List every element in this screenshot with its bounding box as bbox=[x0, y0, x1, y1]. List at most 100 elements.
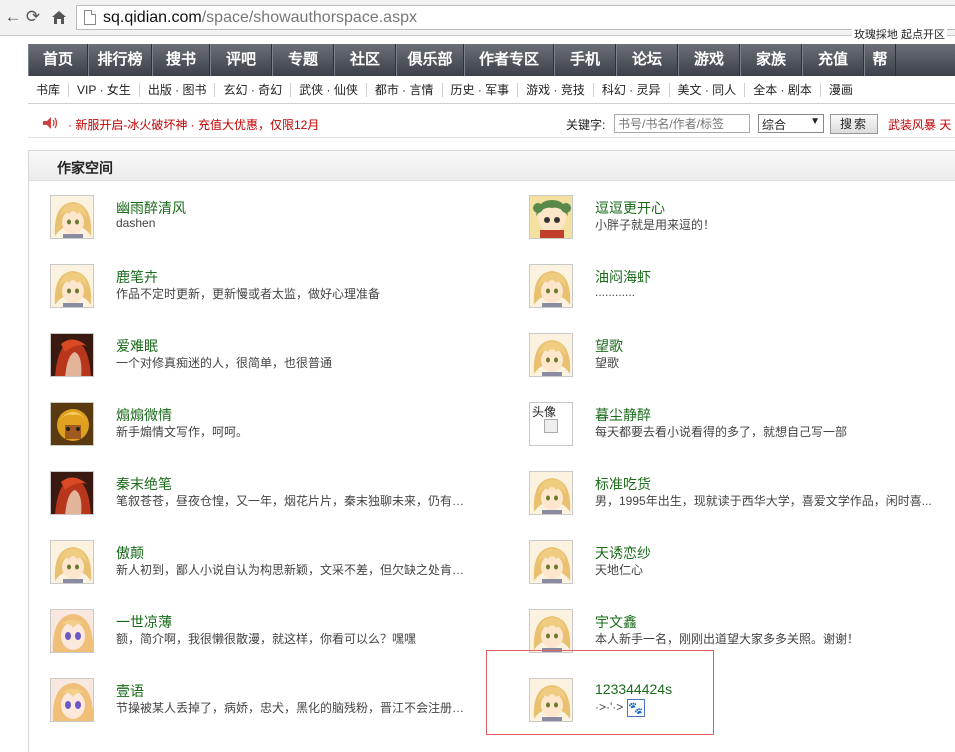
nav-item[interactable]: 排行榜 bbox=[88, 44, 152, 76]
nav-item[interactable]: 搜书 bbox=[152, 44, 210, 76]
avatar[interactable] bbox=[50, 540, 94, 584]
nav-item[interactable]: 充值 bbox=[802, 44, 864, 76]
category-link[interactable]: 出版 · 图书 bbox=[140, 83, 216, 97]
author-name-link[interactable]: 壹语 bbox=[116, 681, 144, 701]
highlight-box bbox=[486, 650, 714, 735]
main-nav: 首页 排行榜 搜书 评吧 专题 社区 俱乐部 作者专区 手机 论坛 游戏 家族 充值帮 bbox=[28, 44, 955, 76]
nav-item[interactable]: 手机 bbox=[554, 44, 616, 76]
broken-image-icon bbox=[544, 419, 558, 433]
nav-item[interactable]: 论坛 bbox=[616, 44, 678, 76]
author-bio: 额，简介啊，我很懒很散漫，就这样，你看可以么？嘿嘿 bbox=[116, 630, 416, 647]
author-bio-text: 小胖子就是用来逗的！ bbox=[595, 218, 716, 232]
author-item: 一世凉薄 额，简介啊，我很懒很散漫，就这样，你看可以么？嘿嘿 bbox=[50, 609, 470, 657]
author-bio: 本人新手一名，刚刚出道望大家多多关照。谢谢！ bbox=[595, 630, 859, 647]
nav-item[interactable]: 家族 bbox=[740, 44, 802, 76]
author-name-link[interactable]: 天诱恋纱 bbox=[595, 543, 651, 563]
avatar[interactable] bbox=[529, 195, 573, 239]
category-link[interactable]: 科幻 · 灵异 bbox=[594, 83, 670, 97]
author-item: 逗逗更开心 小胖子就是用来逗的！ bbox=[529, 195, 949, 243]
author-name-link[interactable]: 油闷海虾 bbox=[595, 267, 651, 287]
nav-item[interactable]: 首页 bbox=[28, 44, 88, 76]
avatar-broken-image[interactable]: 头像 bbox=[529, 402, 573, 446]
reload-icon[interactable]: ⟳ bbox=[22, 6, 44, 28]
author-name-link[interactable]: 标准吃货 bbox=[595, 474, 651, 494]
author-item: 油闷海虾............ bbox=[529, 264, 949, 312]
promo-link[interactable]: 武装风暴 天 bbox=[888, 116, 951, 133]
nav-item[interactable]: 社区 bbox=[334, 44, 396, 76]
nav-item[interactable]: 专题 bbox=[272, 44, 334, 76]
category-link[interactable]: 漫画 bbox=[821, 83, 861, 97]
nav-item[interactable]: 俱乐部 bbox=[396, 44, 464, 76]
author-item: 幽雨醉清风 dashen bbox=[50, 195, 470, 243]
author-bio: 一个对修真痴迷的人，很简单，也很普通 bbox=[116, 354, 332, 371]
search-type-select[interactable]: 综合 ▼ bbox=[758, 114, 824, 133]
author-name-link[interactable]: 宇文鑫 bbox=[595, 612, 637, 632]
author-item: 壹语 节操被某人丢掉了，病娇，忠犬，黑化的脑残粉，晋江不会注册的... bbox=[50, 678, 470, 726]
author-name-link[interactable]: 逗逗更开心 bbox=[595, 198, 665, 218]
author-name-link[interactable]: 一世凉薄 bbox=[116, 612, 172, 632]
top-corner-text: 玫瑰採地 起点开区 bbox=[851, 26, 947, 42]
avatar[interactable] bbox=[529, 264, 573, 308]
nav-item[interactable]: 作者专区 bbox=[464, 44, 554, 76]
select-value: 综合 bbox=[762, 118, 787, 132]
avatar[interactable] bbox=[50, 678, 94, 722]
author-bio: 小胖子就是用来逗的！ bbox=[595, 216, 715, 233]
avatar[interactable] bbox=[529, 333, 573, 377]
speaker-icon bbox=[43, 117, 58, 129]
avatar[interactable] bbox=[529, 609, 573, 653]
category-link[interactable]: 美文 · 同人 bbox=[670, 83, 746, 97]
keyword-label: 关键字: bbox=[566, 118, 606, 132]
author-bio-text: dashen bbox=[116, 216, 156, 230]
author-bio-text: 一个对修真痴迷的人，很简单，也很普通 bbox=[116, 356, 333, 370]
author-bio: 笔叙苍苍，昼夜仓惶，又一年，烟花片片，秦末独聊未来，仍有不... bbox=[116, 492, 466, 509]
author-name-link[interactable]: 爱难眠 bbox=[116, 336, 158, 356]
author-name-link[interactable]: 秦末绝笔 bbox=[116, 474, 172, 494]
author-bio: ............ bbox=[595, 285, 635, 299]
search-button[interactable]: 搜索 bbox=[830, 114, 878, 134]
author-bio-text: 男，1995年出生，现就读于西华大学，喜爱文学作品，闲时喜... bbox=[595, 494, 932, 508]
address-bar[interactable]: sq.qidian.com/space/showauthorspace.aspx bbox=[76, 5, 955, 30]
author-bio-text: 天地仁心 bbox=[595, 563, 644, 577]
author-bio: 望歌 bbox=[595, 354, 619, 371]
category-link[interactable]: VIP · 女生 bbox=[69, 83, 140, 97]
avatar[interactable] bbox=[529, 540, 573, 584]
author-name-link[interactable]: 幽雨醉清风 bbox=[116, 198, 186, 218]
search-input[interactable] bbox=[614, 114, 750, 133]
author-item: 天诱恋纱 天地仁心 bbox=[529, 540, 949, 588]
author-bio-text: 望歌 bbox=[595, 356, 620, 370]
avatar[interactable] bbox=[50, 402, 94, 446]
author-name-link[interactable]: 傲颠 bbox=[116, 543, 144, 563]
author-bio: dashen bbox=[116, 216, 155, 230]
notice-text[interactable]: · 新服开启-冰火破坏神 · 充值大优惠，仅限12月 bbox=[68, 116, 319, 133]
author-bio-text: ............ bbox=[595, 285, 636, 299]
category-link[interactable]: 游戏 · 竞技 bbox=[518, 83, 594, 97]
author-bio-text: 新人初到，鄙人小说自认为构思新颖，文采不差，但欠缺之处肯定... bbox=[116, 563, 466, 577]
home-icon[interactable] bbox=[48, 6, 70, 28]
avatar[interactable] bbox=[50, 609, 94, 653]
avatar[interactable] bbox=[50, 333, 94, 377]
chevron-down-icon: ▼ bbox=[810, 116, 820, 127]
author-bio-text: 本人新手一名，刚刚出道望大家多多关照。谢谢！ bbox=[595, 632, 860, 646]
nav-item[interactable]: 游戏 bbox=[678, 44, 740, 76]
category-link[interactable]: 书库 bbox=[28, 83, 70, 97]
author-item: 傲颠 新人初到，鄙人小说自认为构思新颖，文采不差，但欠缺之处肯定... bbox=[50, 540, 470, 588]
category-link[interactable]: 历史 · 军事 bbox=[443, 83, 519, 97]
nav-item[interactable]: 评吧 bbox=[210, 44, 272, 76]
author-name-link[interactable]: 暮尘静醉 bbox=[595, 405, 651, 425]
author-name-link[interactable]: 煽煽微情 bbox=[116, 405, 172, 425]
category-nav: 书库 VIP · 女生 出版 · 图书 玄幻 · 奇幻 武侠 · 仙侠 都市 · 言情 历史… bbox=[28, 76, 955, 104]
category-link[interactable]: 全本 · 剧本 bbox=[745, 83, 821, 97]
author-name-link[interactable]: 鹿笔卉 bbox=[116, 267, 158, 287]
nav-item[interactable]: 帮 bbox=[864, 44, 896, 76]
avatar[interactable] bbox=[50, 264, 94, 308]
author-bio-text: 额，简介啊，我很懒很散漫，就这样，你看可以么？嘿嘿 bbox=[116, 632, 417, 646]
avatar[interactable] bbox=[529, 471, 573, 515]
avatar[interactable] bbox=[50, 471, 94, 515]
category-link[interactable]: 武侠 · 仙侠 bbox=[291, 83, 367, 97]
category-link[interactable]: 都市 · 言情 bbox=[367, 83, 443, 97]
author-name-link[interactable]: 望歌 bbox=[595, 336, 623, 356]
back-icon[interactable]: ← bbox=[2, 6, 24, 28]
category-link[interactable]: 玄幻 · 奇幻 bbox=[215, 83, 292, 97]
author-bio-text: 新手煽情文写作，呵呵。 bbox=[116, 425, 249, 439]
avatar[interactable] bbox=[50, 195, 94, 239]
